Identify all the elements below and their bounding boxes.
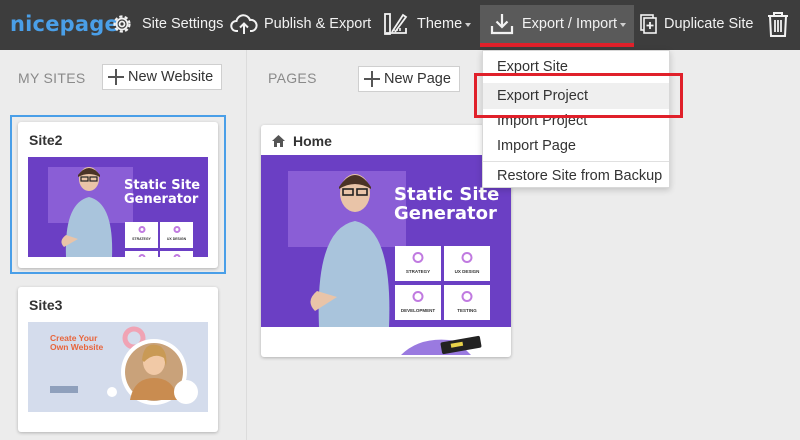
hero-title: Create Your Own Website [50, 333, 104, 353]
chevron-down-icon [620, 23, 627, 27]
plus-icon [364, 71, 380, 87]
feature-tile [160, 251, 193, 257]
new-website-button[interactable]: New Website [102, 64, 223, 90]
menu-item-restore-backup[interactable]: Restore Site from Backup [483, 163, 669, 189]
duplicate-site-label: Duplicate Site [664, 16, 754, 32]
palette-ruler-icon [384, 13, 408, 35]
publish-export-button[interactable]: Publish & Export [230, 0, 371, 48]
site-settings-label: Site Settings [142, 16, 224, 32]
export-import-button[interactable]: Export / Import [490, 0, 627, 48]
home-page-thumbnail[interactable]: Static Site Generator STRATEGY UX DESIGN… [261, 155, 511, 327]
page-card-home[interactable]: Home Static Site Generator STRATEGY UX D… [261, 125, 511, 357]
site-name: Site3 [29, 297, 63, 313]
theme-label: Theme [417, 16, 463, 32]
feature-tile-strategy: STRATEGY [395, 246, 441, 281]
site-name: Site2 [29, 132, 63, 148]
feature-tile-development: DEVELOPMENT [395, 285, 441, 320]
feature-tile-ux-design: UX DESIGN [444, 246, 490, 281]
home-icon [272, 135, 285, 147]
site-settings-button[interactable]: Site Settings [110, 0, 223, 48]
nicepage-logo[interactable]: nicepage [10, 12, 119, 36]
publish-export-label: Publish & Export [264, 16, 372, 32]
pages-title: PAGES [268, 70, 317, 86]
hero-title: Static Site Generator [124, 178, 201, 207]
menu-item-import-page[interactable]: Import Page [483, 133, 669, 159]
highlight-underline [480, 43, 634, 47]
site-card-site3[interactable]: Site3 Create Your Own Website [18, 287, 218, 432]
download-tray-icon [490, 14, 514, 35]
page-name: Home [293, 133, 332, 149]
export-import-dropdown: Export Site Export Project Import Projec… [482, 50, 670, 188]
duplicate-site-button[interactable]: Duplicate Site [640, 0, 753, 48]
menu-divider [483, 161, 669, 162]
person-illustration [310, 174, 390, 327]
cloud-upload-icon [230, 14, 258, 34]
top-toolbar: nicepage Site Settings Publish & Export … [0, 0, 800, 50]
hero-cta [50, 386, 78, 393]
feature-tile: UX DESIGN [160, 222, 193, 248]
gear-icon [113, 15, 131, 33]
chevron-down-icon [465, 23, 472, 27]
delete-site-button[interactable] [766, 0, 790, 48]
theme-button[interactable]: Theme [383, 0, 472, 48]
export-import-label: Export / Import [522, 16, 618, 32]
new-page-button[interactable]: New Page [358, 66, 460, 92]
feature-tile: STRATEGY [125, 222, 158, 248]
trash-icon [768, 12, 788, 37]
feature-tile-testing: TESTING [444, 285, 490, 320]
highlight-box [474, 73, 683, 118]
plus-icon [108, 69, 124, 85]
site3-thumbnail[interactable]: Create Your Own Website [28, 322, 208, 412]
thumbnail-lower-section [401, 335, 482, 355]
feature-tile [125, 251, 158, 257]
woman-illustration [107, 326, 198, 405]
site2-thumbnail[interactable]: Static Site Generator STRATEGY UX DESIGN [28, 157, 208, 257]
site-card-site2[interactable]: Site2 Static Site Generator STRATEGY UX … [18, 122, 218, 268]
new-page-label: New Page [384, 71, 451, 87]
person-illustration [61, 167, 113, 257]
hero-title: Static Site Generator [394, 184, 500, 224]
duplicate-icon [640, 14, 657, 34]
new-website-label: New Website [128, 69, 214, 85]
my-sites-title: MY SITES [18, 70, 86, 86]
